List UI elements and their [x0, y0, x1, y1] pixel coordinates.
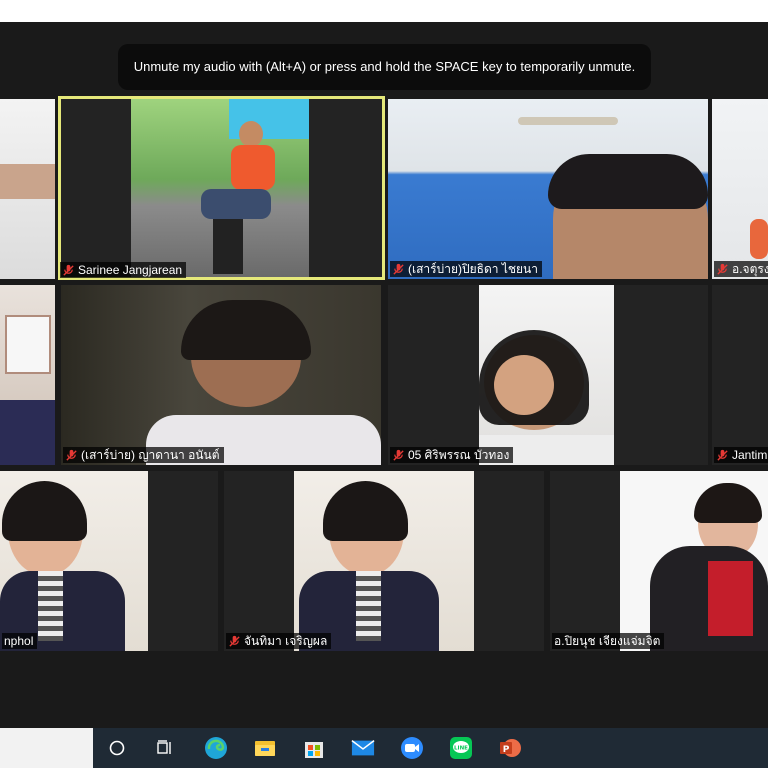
- participant-name: 05 ศิริพรรณ บัวทอง: [408, 448, 510, 462]
- meeting-gallery-view: Sarinee Jangjarean (เสาร์บ่าย)ปิยธิดา ไช…: [0, 22, 768, 728]
- participant-tile-7[interactable]: nphol: [0, 471, 218, 651]
- muted-mic-icon: [393, 263, 404, 275]
- participant-tile-9[interactable]: อ.ปิยนุช เจียงแจ่มจิต: [550, 471, 768, 651]
- participant-video: [479, 285, 614, 465]
- powerpoint-icon[interactable]: P: [498, 736, 522, 760]
- participant-tile-3[interactable]: อ.จตุรง: [712, 99, 768, 279]
- muted-mic-icon: [393, 449, 404, 461]
- participant-tile-2[interactable]: (เสาร์บ่าย)ปิยธิดา ไชยนา: [388, 99, 708, 279]
- participant-tile-partial-left-r1[interactable]: [0, 99, 55, 279]
- svg-text:LINE: LINE: [454, 746, 468, 752]
- muted-mic-icon: [229, 635, 240, 647]
- participant-nametag: อ.จตุรง: [714, 261, 768, 277]
- svg-text:P: P: [503, 745, 510, 755]
- participant-video: [388, 99, 708, 279]
- participant-name: (เสาร์บ่าย)ปิยธิดา ไชยนา: [408, 262, 538, 276]
- participant-nametag: อ.ปิยนุช เจียงแจ่มจิต: [552, 633, 665, 649]
- muted-mic-icon: [63, 264, 74, 276]
- mail-icon[interactable]: [351, 736, 375, 760]
- participant-nametag: จันทิมา เจริญผล: [226, 633, 332, 649]
- participant-tile-5[interactable]: 05 ศิริพรรณ บัวทอง: [388, 285, 708, 465]
- participant-nametag: Sarinee Jangjarean: [60, 262, 187, 278]
- participant-video: [131, 99, 309, 277]
- line-icon[interactable]: LINE: [449, 736, 473, 760]
- participant-nametag: (เสาร์บ่าย) ญาดานา อนันต์: [63, 447, 224, 463]
- top-white-bar: [0, 0, 768, 22]
- participant-video: [0, 471, 148, 651]
- participant-tile-8[interactable]: จันทิมา เจริญผล: [224, 471, 544, 651]
- participant-video: [620, 471, 768, 651]
- participant-tile-partial-left-r2[interactable]: [0, 285, 55, 465]
- windows-taskbar: LINE P: [0, 728, 768, 768]
- muted-mic-icon: [66, 449, 77, 461]
- zoom-icon[interactable]: [400, 736, 424, 760]
- timeline-icon[interactable]: [153, 736, 177, 760]
- edge-icon[interactable]: [204, 736, 228, 760]
- task-view-circle-icon[interactable]: [105, 736, 129, 760]
- participant-video: [0, 99, 55, 279]
- participant-nametag: 05 ศิริพรรณ บัวทอง: [390, 447, 514, 463]
- file-explorer-icon[interactable]: [253, 736, 277, 760]
- participant-name: จันทิมา เจริญผล: [244, 634, 328, 648]
- participant-video: [712, 99, 768, 279]
- participant-nametag: Jantim: [714, 447, 768, 463]
- store-icon[interactable]: [302, 736, 326, 760]
- participant-video: [294, 471, 474, 651]
- participant-tile-4[interactable]: (เสาร์บ่าย) ญาดานา อนันต์: [61, 285, 381, 465]
- participant-nametag: (เสาร์บ่าย)ปิยธิดา ไชยนา: [390, 261, 542, 277]
- muted-mic-icon: [717, 449, 728, 461]
- unmute-hint-toast: Unmute my audio with (Alt+A) or press an…: [118, 44, 651, 90]
- participant-name: Jantim: [732, 448, 768, 462]
- participant-name: (เสาร์บ่าย) ญาดานา อนันต์: [81, 448, 220, 462]
- participant-name: nphol: [4, 634, 34, 648]
- taskbar-search-box[interactable]: [0, 728, 93, 768]
- participant-video: [61, 285, 381, 465]
- muted-mic-icon: [717, 263, 728, 275]
- participant-video: [0, 285, 55, 465]
- participant-name: Sarinee Jangjarean: [78, 263, 183, 277]
- participant-nametag: nphol: [2, 633, 38, 649]
- participant-tile-6[interactable]: Jantim: [712, 285, 768, 465]
- participant-name: อ.ปิยนุช เจียงแจ่มจิต: [554, 634, 661, 648]
- participant-name: อ.จตุรง: [732, 262, 768, 276]
- participant-tile-1[interactable]: Sarinee Jangjarean: [58, 96, 385, 280]
